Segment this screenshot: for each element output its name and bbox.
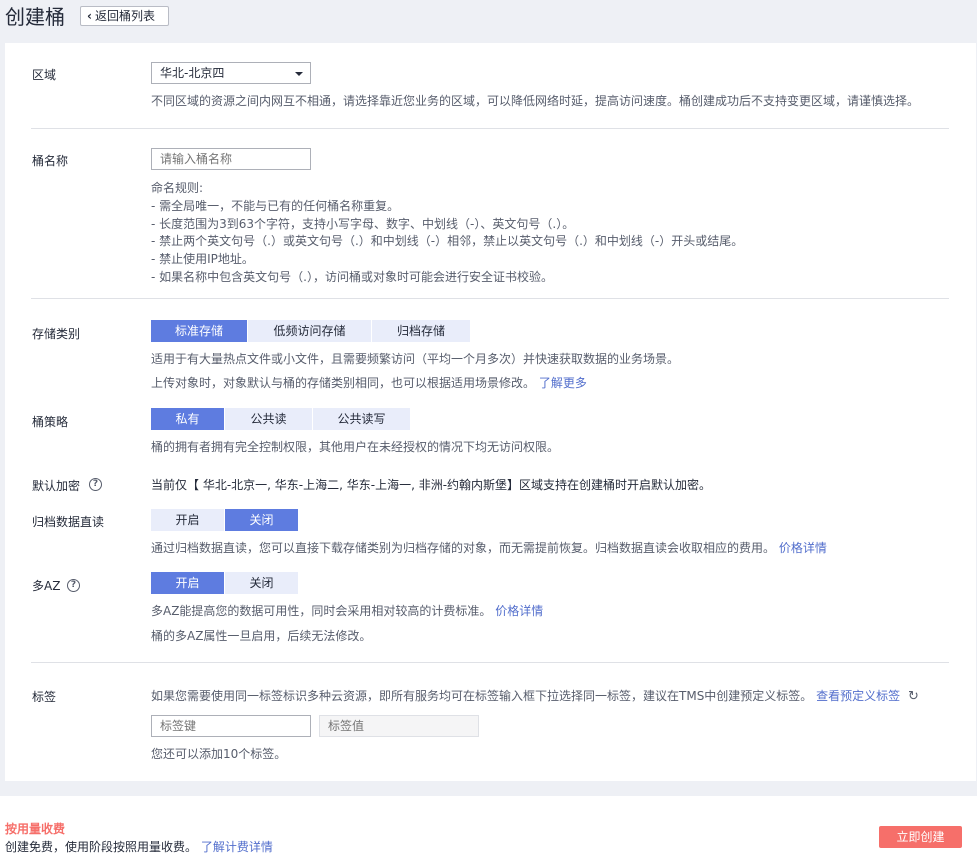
- rule-line: - 需全局唯一，不能与已有的任何桶名称重复。: [151, 198, 400, 213]
- multi-az-hint-text: 多AZ能提高您的数据可用性，同时会采用相对较高的计费标准。: [151, 604, 492, 618]
- bucket-policy-segmented: 私有 公共读 公共读写: [151, 408, 411, 430]
- tag-value-input[interactable]: [319, 715, 479, 737]
- billing-description: 创建免费，使用阶段按照用量收费。 了解计费详情: [5, 839, 273, 855]
- tags-hint-text: 如果您需要使用同一标签标识多种云资源，即所有服务均可在标签输入框下拉选择同一标签…: [151, 689, 813, 703]
- storage-class-archive[interactable]: 归档存储: [372, 320, 471, 342]
- multi-az-price-details-link[interactable]: 价格详情: [495, 604, 543, 618]
- refresh-icon[interactable]: ↻: [908, 689, 919, 704]
- archive-direct-read-label: 归档数据直读: [32, 515, 105, 529]
- multi-az-on[interactable]: 开启: [151, 572, 225, 594]
- region-hint: 不同区域的资源之间内网互不相通，请选择靠近您业务的区域，可以降低网络时延，提高访…: [151, 94, 920, 108]
- question-circle-icon[interactable]: ?: [89, 478, 102, 491]
- default-encryption-text: 当前仅【 华北-北京一, 华东-上海二, 华东-上海一, 非洲-约翰内斯堡】区域…: [151, 478, 712, 492]
- divider: [31, 298, 949, 299]
- chevron-left-icon: ‹: [87, 9, 92, 23]
- view-predefined-tags-link[interactable]: 查看预定义标签: [816, 689, 900, 703]
- rule-line: - 禁止使用IP地址。: [151, 252, 254, 267]
- storage-class-segmented: 标准存储 低频访问存储 归档存储: [151, 320, 471, 342]
- storage-class-hint-2: 上传对象时，对象默认与桶的存储类别相同，也可以根据适用场景修改。 了解更多: [151, 375, 587, 391]
- back-button-label: 返回桶列表: [94, 9, 155, 23]
- region-select-value: 华北-北京四: [160, 66, 225, 80]
- divider: [31, 662, 949, 663]
- page-title: 创建桶: [5, 5, 65, 29]
- bucket-name-input[interactable]: [151, 148, 311, 170]
- multi-az-label: 多AZ: [32, 579, 61, 593]
- archive-direct-read-segmented: 开启 关闭: [151, 509, 299, 531]
- policy-private[interactable]: 私有: [151, 408, 225, 430]
- tags-remaining-text: 您还可以添加10个标签。: [151, 747, 287, 761]
- divider: [31, 128, 949, 129]
- storage-class-label: 存储类别: [32, 327, 81, 341]
- multi-az-segmented: 开启 关闭: [151, 572, 299, 594]
- multi-az-hint-2: 桶的多AZ属性一旦启用，后续无法修改。: [151, 629, 372, 643]
- region-select[interactable]: 华北-北京四: [151, 62, 311, 84]
- bucket-name-label: 桶名称: [32, 154, 69, 168]
- bucket-policy-hint: 桶的拥有者拥有完全控制权限，其他用户在未经授权的情况下均无访问权限。: [151, 440, 560, 454]
- rule-line: - 如果名称中包含英文句号（.），访问桶或对象时可能会进行安全证书校验。: [151, 269, 553, 284]
- tags-hint: 如果您需要使用同一标签标识多种云资源，即所有服务均可在标签输入框下拉选择同一标签…: [151, 688, 919, 704]
- archive-read-on[interactable]: 开启: [151, 509, 225, 531]
- policy-public-read-write[interactable]: 公共读写: [313, 408, 411, 430]
- billing-mode-title: 按用量收费: [5, 822, 66, 836]
- archive-price-details-link[interactable]: 价格详情: [779, 541, 827, 555]
- billing-description-text: 创建免费，使用阶段按照用量收费。: [5, 840, 198, 854]
- billing-details-link[interactable]: 了解计费详情: [201, 840, 273, 854]
- storage-class-standard[interactable]: 标准存储: [151, 320, 248, 342]
- bucket-policy-label: 桶策略: [32, 415, 69, 429]
- create-now-button[interactable]: 立即创建: [879, 826, 962, 848]
- archive-read-hint-text: 通过归档数据直读，您可以直接下载存储类别为归档存储的对象，而无需提前恢复。归档数…: [151, 541, 776, 555]
- bucket-name-rules: 命名规则: - 需全局唯一，不能与已有的任何桶名称重复。 - 长度范围为3到63…: [151, 180, 743, 287]
- rule-line: 命名规则:: [151, 181, 204, 195]
- storage-class-hint: 适用于有大量热点文件或小文件，且需要频繁访问（平均一个月多次）并快速获取数据的业…: [151, 352, 680, 366]
- storage-class-infrequent[interactable]: 低频访问存储: [248, 320, 372, 342]
- archive-read-off[interactable]: 关闭: [225, 509, 299, 531]
- learn-more-link[interactable]: 了解更多: [539, 376, 587, 390]
- region-label: 区域: [32, 68, 57, 82]
- rule-line: - 禁止两个英文句号（.）或英文句号（.）和中划线（-）相邻，禁止以英文句号（.…: [151, 234, 744, 249]
- multi-az-hint: 多AZ能提高您的数据可用性，同时会采用相对较高的计费标准。 价格详情: [151, 603, 543, 619]
- tags-label: 标签: [32, 690, 57, 704]
- storage-class-hint-text: 上传对象时，对象默认与桶的存储类别相同，也可以根据适用场景修改。: [151, 376, 536, 390]
- tag-key-input[interactable]: [151, 715, 311, 737]
- caret-down-icon: [295, 72, 303, 76]
- default-encryption-label: 默认加密: [32, 479, 81, 493]
- multi-az-off[interactable]: 关闭: [225, 572, 299, 594]
- rule-line: - 长度范围为3到63个字符，支持小写字母、数字、中划线（-）、英文句号（.）。: [151, 216, 575, 231]
- question-circle-icon[interactable]: ?: [67, 579, 80, 592]
- policy-public-read[interactable]: 公共读: [225, 408, 313, 430]
- back-to-bucket-list-button[interactable]: ‹ 返回桶列表: [80, 6, 169, 26]
- archive-direct-read-hint: 通过归档数据直读，您可以直接下载存储类别为归档存储的对象，而无需提前恢复。归档数…: [151, 540, 827, 556]
